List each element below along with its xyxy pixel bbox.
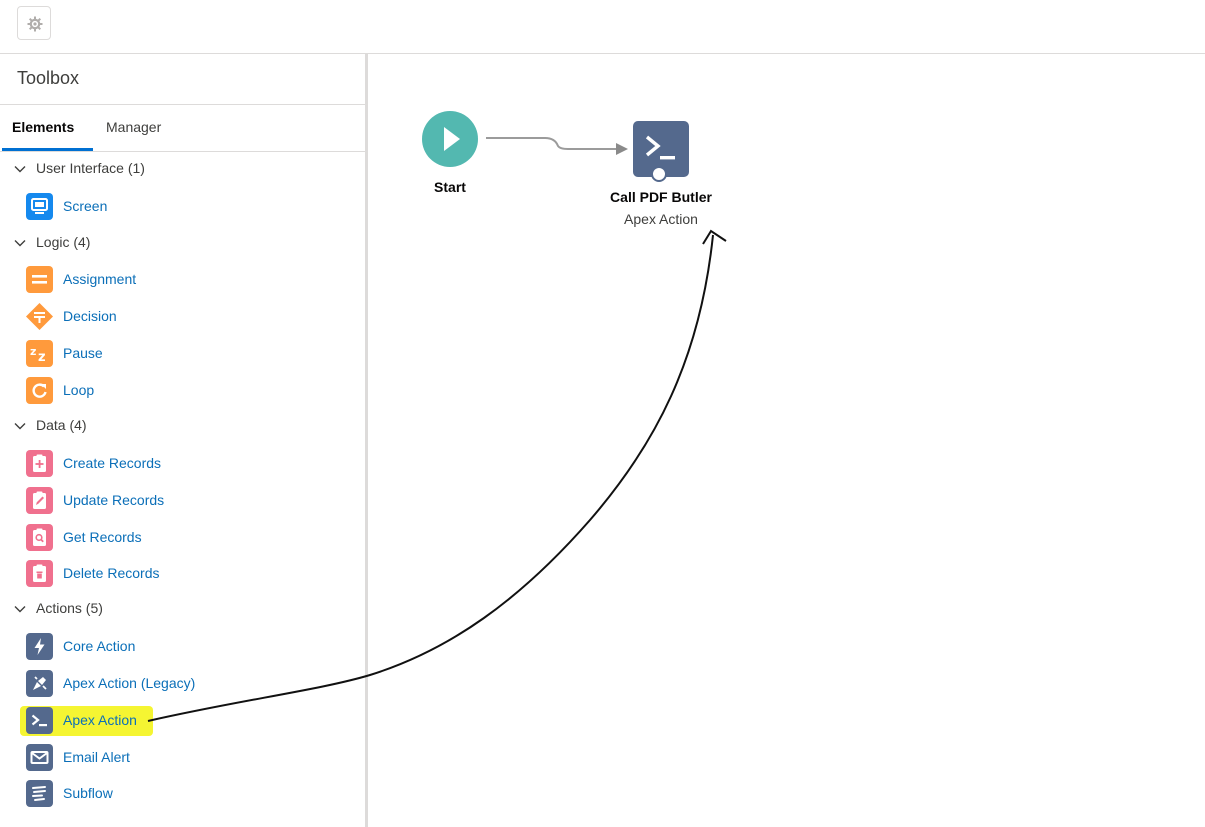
canvas-connectors [147, 137, 727, 722]
node-title: Call PDF Butler [610, 189, 712, 205]
connector-port[interactable] [651, 166, 667, 182]
play-icon [444, 127, 460, 151]
node-subtitle: Apex Action [624, 211, 698, 227]
annotation-arrowhead [702, 229, 727, 245]
start-label: Start [434, 179, 466, 195]
connector-line[interactable] [486, 137, 617, 150]
annotation-arrow [147, 234, 714, 722]
start-node[interactable] [422, 111, 478, 167]
connector-arrowhead [616, 143, 628, 155]
